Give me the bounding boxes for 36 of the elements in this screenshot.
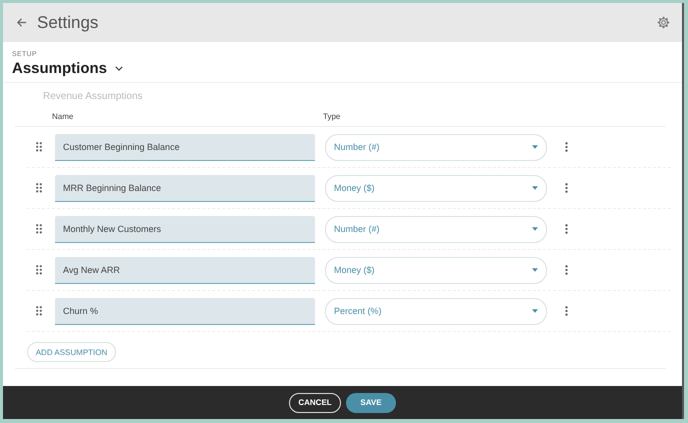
back-icon[interactable] [16, 17, 27, 28]
more-icon[interactable] [565, 306, 568, 316]
name-field[interactable]: Customer Beginning Balance [55, 134, 315, 160]
drag-handle-icon[interactable] [36, 142, 42, 152]
name-field[interactable]: Avg New ARR [55, 256, 315, 284]
name-field[interactable]: Monthly New Customers [55, 216, 315, 242]
assumptions-title: Assumptions [12, 60, 108, 77]
footer-button[interactable]: CANCEL [289, 392, 341, 412]
more-icon[interactable] [565, 142, 568, 152]
type-dropdown[interactable]: Number (#) [325, 134, 547, 160]
settings-icon[interactable] [657, 16, 670, 29]
type-dropdown[interactable]: Money ($) [325, 174, 547, 202]
more-icon[interactable] [565, 224, 568, 234]
caret-icon[interactable] [532, 145, 538, 149]
type-dropdown[interactable]: Number (#) [325, 216, 547, 242]
caret-icon[interactable] [532, 186, 538, 190]
card-title: Revenue Assumptions [42, 90, 144, 104]
name-field[interactable]: MRR Beginning Balance [55, 174, 315, 202]
caret-icon[interactable] [532, 309, 538, 313]
column-header: Name [52, 112, 74, 121]
more-icon[interactable] [565, 183, 568, 193]
drag-handle-icon[interactable] [36, 224, 42, 234]
footer-button[interactable]: SAVE [346, 392, 396, 412]
type-dropdown[interactable]: Percent (%) [325, 298, 547, 324]
column-header: Type [323, 112, 340, 121]
more-icon[interactable] [565, 265, 568, 275]
chevron-down-icon[interactable] [115, 66, 124, 71]
drag-handle-icon[interactable] [36, 265, 42, 275]
type-dropdown[interactable]: Money ($) [325, 256, 547, 284]
caret-icon[interactable] [532, 268, 538, 272]
name-field[interactable]: Churn % [55, 298, 315, 324]
drag-handle-icon[interactable] [36, 306, 42, 316]
drag-handle-icon[interactable] [36, 183, 42, 193]
caret-icon[interactable] [532, 227, 538, 231]
page-title: Settings [37, 12, 98, 32]
add-assumption-button[interactable]: ADD ASSUMPTION [27, 342, 116, 362]
